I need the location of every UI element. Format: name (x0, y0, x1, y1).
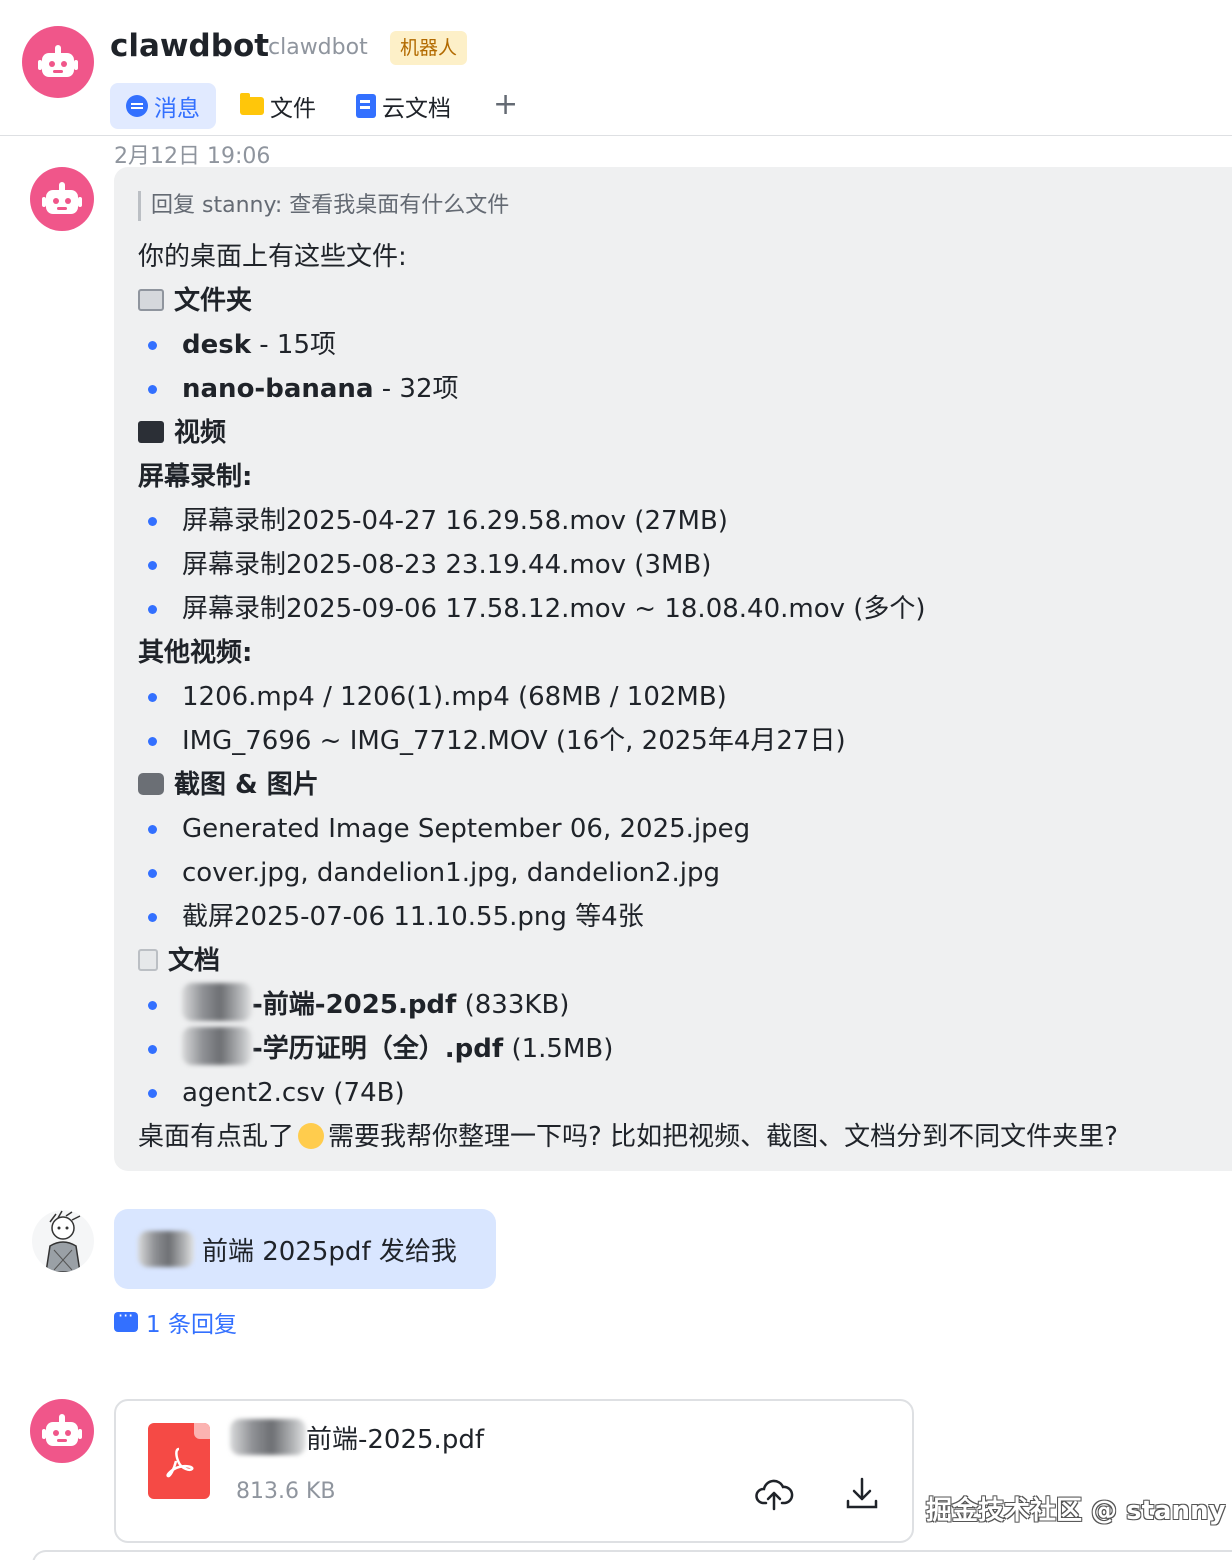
tab-label: 文件 (270, 96, 316, 122)
tab-label: 云文档 (382, 96, 451, 122)
bot-tag: 机器人 (390, 31, 468, 65)
page-icon (138, 949, 158, 971)
robot-icon (42, 1414, 82, 1448)
redacted-text (138, 1231, 194, 1267)
pdf-file-icon (148, 1423, 210, 1499)
subheading-other-videos: 其他视频: (138, 638, 253, 668)
tab-files[interactable]: 文件 (224, 83, 332, 129)
file-name[interactable]: 前端-2025.pdf (230, 1419, 484, 1456)
user-message-bubble[interactable]: 前端 2025pdf 发给我 (114, 1209, 496, 1289)
chat-tabs: 消息 文件 云文档 + (110, 83, 536, 129)
message-icon (126, 95, 148, 117)
file-size: 813.6 KB (236, 1479, 336, 1504)
list-item: agent2.csv (74B) (138, 1071, 1232, 1115)
redacted-text (182, 983, 252, 1021)
tab-label: 消息 (154, 96, 200, 122)
user-avatar[interactable] (32, 1210, 94, 1272)
list-item: 1206.mp4 / 1206(1).mp4 (68MB / 102MB) (138, 675, 1232, 719)
section-heading-images: 截图 & 图片 (138, 763, 1232, 807)
message-timestamp: 2月12日 19:06 (114, 144, 271, 169)
chat-title: clawdbot (110, 28, 270, 64)
add-tab-button[interactable]: + (475, 83, 536, 129)
reply-count: 1 条回复 (146, 1312, 237, 1338)
list-item: 截屏2025-07-06 11.10.55.png 等4张 (138, 895, 1232, 939)
list-item: nano-banana - 32项 (138, 367, 1232, 411)
list-item: -前端-2025.pdf (833KB) (138, 983, 1232, 1027)
list-item: -学历证明（全）.pdf (1.5MB) (138, 1027, 1232, 1071)
robot-icon (38, 45, 78, 79)
section-heading-docs: 文档 (138, 939, 1232, 983)
sweat-smile-emoji-icon (298, 1123, 325, 1149)
bot-avatar[interactable] (30, 167, 94, 231)
save-to-cloud-button[interactable] (752, 1471, 796, 1515)
tab-cloud-docs[interactable]: 云文档 (340, 83, 467, 129)
cloud-doc-icon (356, 94, 376, 118)
subheading-screen-recordings: 屏幕录制: (138, 462, 253, 492)
user-message-text: 前端 2025pdf 发给我 (202, 1236, 457, 1267)
list-item: 屏幕录制2025-09-06 17.58.12.mov ~ 18.08.40.m… (138, 587, 1232, 631)
next-message-edge (32, 1550, 1232, 1560)
message-intro: 你的桌面上有这些文件: (138, 242, 407, 272)
download-button[interactable] (840, 1471, 884, 1515)
message-closing: 桌面有点乱了 需要我帮你整理一下吗? 比如把视频、截图、文档分到不同文件夹里? (138, 1122, 1118, 1152)
list-item: desk - 15项 (138, 323, 1232, 367)
clapperboard-icon (138, 421, 164, 443)
list-item: cover.jpg, dandelion1.jpg, dandelion2.jp… (138, 851, 1232, 895)
redacted-text (182, 1027, 252, 1065)
reply-quote[interactable]: 回复 stanny: 查看我桌面有什么文件 (138, 191, 1232, 221)
folder-icon (240, 93, 264, 115)
list-item: 屏幕录制2025-08-23 23.19.44.mov (3MB) (138, 543, 1232, 587)
download-icon (846, 1477, 878, 1509)
cloud-upload-icon (755, 1479, 794, 1511)
tab-messages[interactable]: 消息 (110, 83, 216, 129)
list-item: 屏幕录制2025-04-27 16.29.58.mov (27MB) (138, 499, 1232, 543)
section-heading-videos: 视频 (138, 411, 1232, 455)
chat-header: clawdbot clawdbot 机器人 消息 文件 云文档 + (0, 0, 1232, 136)
redacted-text (230, 1419, 306, 1455)
section-heading-folders: 文件夹 (138, 279, 1232, 323)
file-attachment-card[interactable]: 前端-2025.pdf 813.6 KB (114, 1399, 914, 1543)
robot-icon (42, 182, 82, 216)
bot-avatar[interactable] (30, 1399, 94, 1463)
reply-bubble-icon (114, 1306, 138, 1332)
chat-subtitle: clawdbot (268, 35, 368, 60)
watermark: 掘金技术社区 @ stanny (926, 1496, 1226, 1526)
user-sketch-icon (45, 1210, 81, 1272)
camera-icon (138, 773, 164, 795)
thread-reply-link[interactable]: 1 条回复 (114, 1305, 237, 1339)
folder-icon (138, 289, 164, 311)
list-item: Generated Image September 06, 2025.jpeg (138, 807, 1232, 851)
bot-avatar[interactable] (22, 26, 94, 98)
list-item: IMG_7696 ~ IMG_7712.MOV (16个, 2025年4月27日… (138, 719, 1232, 763)
bot-message-bubble[interactable]: 回复 stanny: 查看我桌面有什么文件 你的桌面上有这些文件: 文件夹 de… (114, 167, 1232, 1171)
